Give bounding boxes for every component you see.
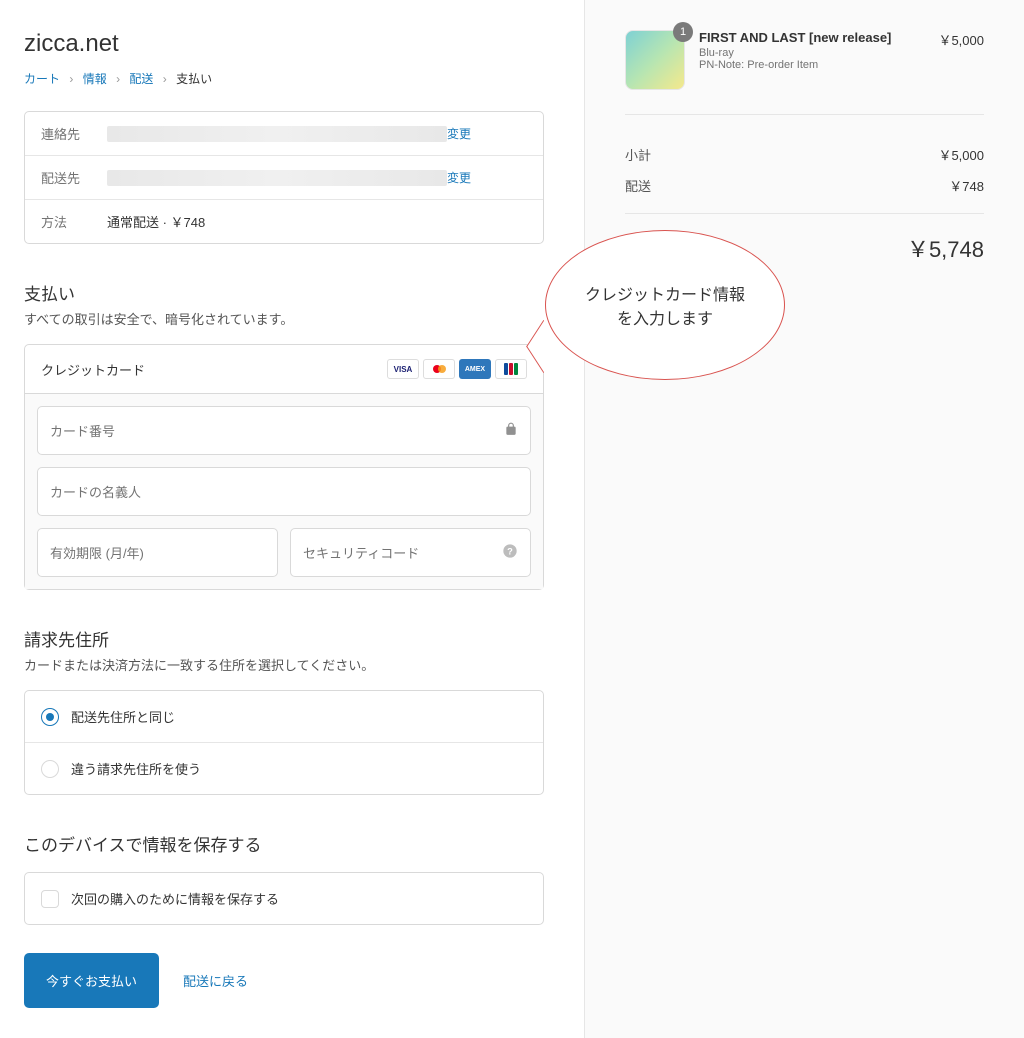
payment-fields: カード番号 カードの名義人 有効期限 (月/年) セキュリティコード <box>25 394 543 589</box>
pay-now-button[interactable]: 今すぐお支払い <box>24 953 159 1008</box>
breadcrumb: カート › 情報 › 配送 › 支払い <box>24 70 544 87</box>
lock-icon <box>504 422 518 439</box>
crumb-cart[interactable]: カート <box>24 72 60 86</box>
payment-box: クレジットカード VISA AMEX カード番号 カードの名義人 <box>24 344 544 590</box>
radio-icon <box>41 708 59 726</box>
cart-item-thumb: 1 <box>625 30 685 90</box>
radio-icon <box>41 760 59 778</box>
billing-same-label: 配送先住所と同じ <box>71 707 175 726</box>
chevron-right-icon: › <box>69 72 73 86</box>
review-shipto-row: 配送先 変更 <box>25 155 543 199</box>
cart-item-price: ￥5,000 <box>938 30 984 49</box>
cart-item-sub2: PN-Note: Pre-order Item <box>699 59 924 71</box>
payment-title: 支払い <box>24 280 544 305</box>
billing-radio-box: 配送先住所と同じ 違う請求先住所を使う <box>24 690 544 795</box>
subtotal-label: 小計 <box>625 145 651 164</box>
cart-item-title: FIRST AND LAST [new release] <box>699 30 924 45</box>
remember-checkbox-label: 次回の購入のために情報を保存する <box>71 889 279 908</box>
subtotal-value: ￥5,000 <box>938 145 984 164</box>
subtotal-row: 小計 ￥5,000 <box>625 139 984 170</box>
callout-line2: を入力します <box>585 305 745 329</box>
billing-different-label: 違う請求先住所を使う <box>71 759 201 778</box>
chevron-right-icon: › <box>116 72 120 86</box>
change-contact-link[interactable]: 変更 <box>447 125 471 142</box>
site-title: zicca.net <box>24 30 544 58</box>
jcb-icon <box>495 359 527 379</box>
crumb-payment: 支払い <box>176 72 212 86</box>
question-icon[interactable]: ? <box>502 543 518 562</box>
remember-title: このデバイスで情報を保存する <box>24 831 544 856</box>
payment-header: クレジットカード VISA AMEX <box>25 345 543 394</box>
billing-title: 請求先住所 <box>24 626 544 651</box>
card-icons: VISA AMEX <box>387 359 527 379</box>
callout-line1: クレジットカード情報 <box>585 281 745 305</box>
remember-checkbox-row[interactable]: 次回の購入のために情報を保存する <box>24 872 544 925</box>
card-number-input[interactable]: カード番号 <box>37 406 531 455</box>
cvv-placeholder: セキュリティコード <box>303 543 419 562</box>
svg-text:?: ? <box>507 546 513 556</box>
cart-item: 1 FIRST AND LAST [new release] Blu-ray P… <box>625 30 984 115</box>
mastercard-icon <box>423 359 455 379</box>
card-number-placeholder: カード番号 <box>50 421 115 440</box>
payment-header-label: クレジットカード <box>41 360 145 379</box>
cart-item-info: FIRST AND LAST [new release] Blu-ray PN-… <box>699 30 924 71</box>
billing-same-radio[interactable]: 配送先住所と同じ <box>25 691 543 742</box>
review-shipto-value <box>107 170 447 186</box>
review-contact-value <box>107 126 447 142</box>
review-contact-label: 連絡先 <box>41 124 107 143</box>
shipping-row: 配送 ￥748 <box>625 170 984 201</box>
shipping-value: ￥748 <box>949 176 984 195</box>
review-shipto-label: 配送先 <box>41 168 107 187</box>
billing-subtitle: カードまたは決済方法に一致する住所を選択してください。 <box>24 655 544 674</box>
total-amount: ￥5,748 <box>907 232 984 264</box>
checkbox-icon <box>41 890 59 908</box>
crumb-shipping[interactable]: 配送 <box>129 72 153 86</box>
expiry-input[interactable]: 有効期限 (月/年) <box>37 528 278 577</box>
qty-badge: 1 <box>673 22 693 42</box>
card-name-input[interactable]: カードの名義人 <box>37 467 531 516</box>
review-contact-row: 連絡先 変更 <box>25 112 543 155</box>
review-method-row: 方法 通常配送 · ￥748 <box>25 199 543 243</box>
review-method-label: 方法 <box>41 212 107 231</box>
review-method-value: 通常配送 · ￥748 <box>107 212 527 231</box>
change-shipto-link[interactable]: 変更 <box>447 169 471 186</box>
back-to-shipping-link[interactable]: 配送に戻る <box>183 971 248 990</box>
amex-icon: AMEX <box>459 359 491 379</box>
annotation-callout: クレジットカード情報 を入力します <box>545 230 785 380</box>
order-summary-sidebar: 1 FIRST AND LAST [new release] Blu-ray P… <box>584 0 1024 1038</box>
cvv-input[interactable]: セキュリティコード ? <box>290 528 531 577</box>
crumb-info[interactable]: 情報 <box>83 72 107 86</box>
actions: 今すぐお支払い 配送に戻る <box>24 953 544 1008</box>
review-box: 連絡先 変更 配送先 変更 方法 通常配送 · ￥748 <box>24 111 544 244</box>
chevron-right-icon: › <box>163 72 167 86</box>
shipping-label: 配送 <box>625 176 651 195</box>
billing-different-radio[interactable]: 違う請求先住所を使う <box>25 742 543 794</box>
expiry-placeholder: 有効期限 (月/年) <box>50 543 144 562</box>
card-name-placeholder: カードの名義人 <box>50 482 141 501</box>
payment-subtitle: すべての取引は安全で、暗号化されています。 <box>24 309 544 328</box>
visa-icon: VISA <box>387 359 419 379</box>
cart-item-sub1: Blu-ray <box>699 47 924 59</box>
